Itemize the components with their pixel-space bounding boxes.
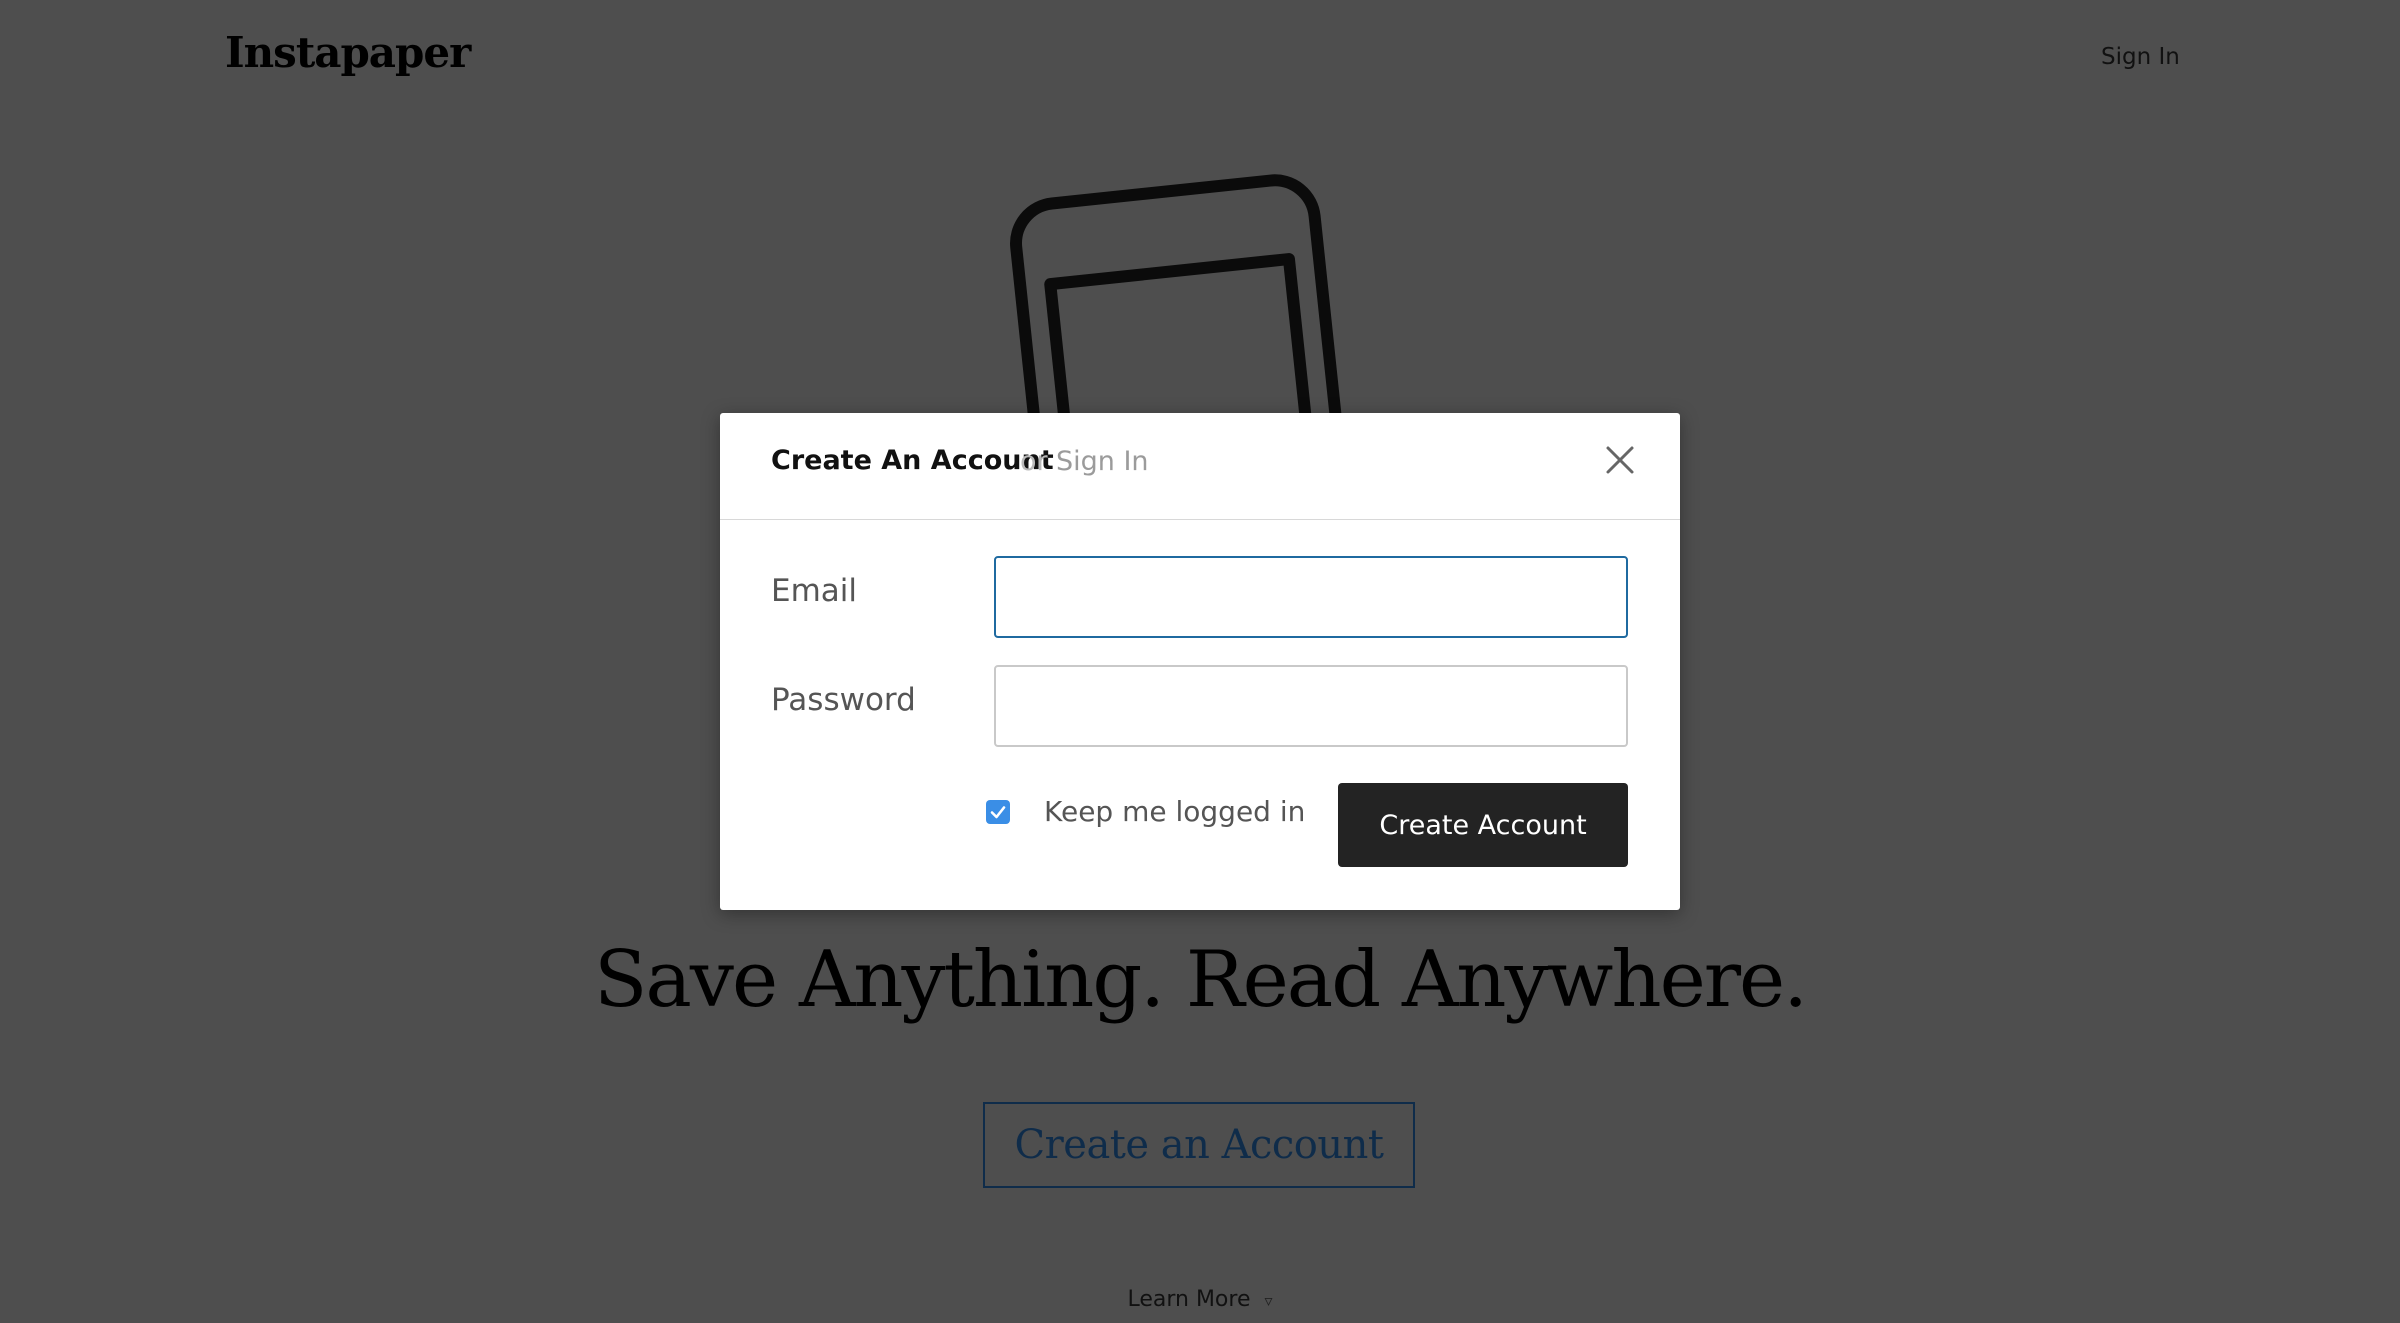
email-field[interactable] [994,556,1628,638]
modal-header: Create An Account or Sign In [720,413,1680,520]
nav-sign-in-link[interactable]: Sign In [2101,44,2180,70]
modal-or-text: or [1020,446,1048,477]
checkmark-icon [990,806,1006,819]
password-field[interactable] [994,665,1628,747]
modal-title: Create An Account [771,445,1054,476]
password-label: Password [771,682,916,718]
keep-logged-in-label[interactable]: Keep me logged in [1044,795,1305,828]
triangle-down-icon: ▿ [1264,1291,1273,1310]
email-label: Email [771,573,858,609]
create-account-button[interactable]: Create Account [1338,783,1628,867]
page: Instapaper Sign In Save Anything. Read A… [0,0,2400,1323]
modal-sign-in-link[interactable]: Sign In [1056,446,1149,477]
hero-create-account-button[interactable]: Create an Account [983,1102,1415,1188]
logo[interactable]: Instapaper [225,28,471,77]
learn-more-label: Learn More [1127,1287,1251,1312]
learn-more-link[interactable]: Learn More ▿ [0,1287,2400,1312]
create-account-modal: Create An Account or Sign In Email Passw… [720,413,1680,910]
hero-headline: Save Anything. Read Anywhere. [593,935,1808,1025]
keep-logged-in-checkbox[interactable] [986,800,1010,824]
close-icon[interactable] [1605,445,1635,475]
